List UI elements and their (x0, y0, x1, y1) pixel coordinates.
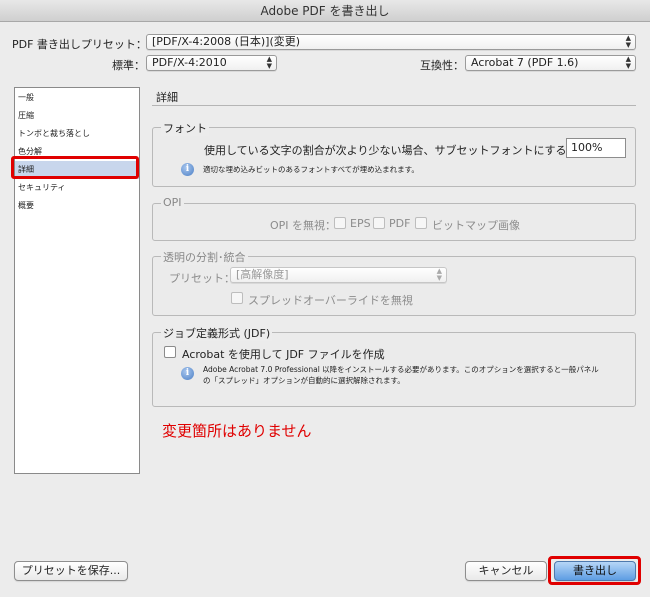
fonts-info-text: 適切な埋め込みビットのあるフォントすべてが埋め込まれます。 (203, 165, 419, 174)
section-divider (152, 105, 636, 106)
compat-value: Acrobat 7 (PDF 1.6) (471, 56, 579, 69)
updown-arrows-icon: ▲ ▼ (625, 55, 631, 70)
preset-select[interactable]: [PDF/X-4:2008 (日本)](変更) ▲ ▼ (146, 34, 636, 50)
fonts-group-label: フォント (161, 120, 209, 136)
opi-group-label: OPI (161, 196, 184, 209)
standard-label: 標準： (112, 59, 145, 72)
pdf-label: PDF (389, 217, 411, 230)
standard-value: PDF/X-4:2010 (152, 56, 227, 69)
info-icon: i (181, 367, 194, 380)
standard-select[interactable]: PDF/X-4:2010 ▲ ▼ (146, 55, 277, 71)
flatten-preset-label: プリセット： (169, 272, 235, 285)
compat-label: 互換性： (420, 59, 464, 72)
highlight-box-export (548, 556, 641, 585)
category-list: 一般 圧縮 トンボと裁ち落とし 色分解 詳細 セキュリティ 概要 (14, 87, 140, 474)
info-icon: i (181, 163, 194, 176)
export-pdf-dialog: Adobe PDF を書き出し PDF 書き出しプリセット： [PDF/X-4:… (0, 0, 650, 597)
save-preset-button[interactable]: プリセットを保存... (14, 561, 128, 581)
jdf-info-line2: の「スプレッド」オプションが自動的に選択解除されます。 (203, 376, 405, 385)
subset-threshold-input[interactable]: 100% (566, 138, 626, 158)
sidebar-item-summary[interactable]: 概要 (15, 197, 139, 215)
compat-select[interactable]: Acrobat 7 (PDF 1.6) ▲ ▼ (465, 55, 636, 71)
flatten-preset-value: [高解像度] (236, 268, 289, 281)
sidebar-item-security[interactable]: セキュリティ (15, 179, 139, 197)
eps-label: EPS (350, 217, 371, 230)
pdf-checkbox[interactable] (373, 217, 385, 229)
sidebar-item-general[interactable]: 一般 (15, 89, 139, 107)
updown-arrows-icon: ▲ ▼ (625, 34, 631, 49)
bitmap-label: ビットマップ画像 (432, 219, 520, 232)
eps-checkbox[interactable] (334, 217, 346, 229)
jdf-group-label: ジョブ定義形式 (JDF) (161, 325, 273, 341)
sidebar-item-marks-bleeds[interactable]: トンボと裁ち落とし (15, 125, 139, 143)
flatten-group-label: 透明の分割･統合 (161, 249, 248, 265)
sidebar-item-compression[interactable]: 圧縮 (15, 107, 139, 125)
updown-arrows-icon: ▲ ▼ (436, 267, 442, 282)
flatten-preset-select[interactable]: [高解像度] ▲ ▼ (230, 267, 447, 283)
bitmap-checkbox[interactable] (415, 217, 427, 229)
preset-value: [PDF/X-4:2008 (日本)](変更) (152, 35, 301, 48)
ignore-spread-override-label: スプレッドオーバーライドを無視 (248, 294, 413, 307)
jdf-info-line1: Adobe Acrobat 7.0 Professional 以降をインストール… (203, 365, 599, 374)
cancel-button[interactable]: キャンセル (465, 561, 547, 581)
create-jdf-checkbox[interactable] (164, 346, 176, 358)
section-title: 詳細 (156, 91, 178, 104)
subset-label: 使用している文字の割合が次より少ない場合、サブセットフォントにする： (204, 144, 578, 157)
ignore-spread-override-checkbox[interactable] (231, 292, 243, 304)
updown-arrows-icon: ▲ ▼ (266, 55, 272, 70)
annotation-text: 変更箇所はありません (162, 422, 312, 440)
preset-label: PDF 書き出しプリセット： (12, 38, 147, 51)
create-jdf-label: Acrobat を使用して JDF ファイルを作成 (182, 348, 385, 361)
opi-omit-label: OPI を無視： (270, 219, 337, 232)
window-title: Adobe PDF を書き出し (0, 0, 650, 22)
highlight-box-sidebar (11, 156, 139, 179)
